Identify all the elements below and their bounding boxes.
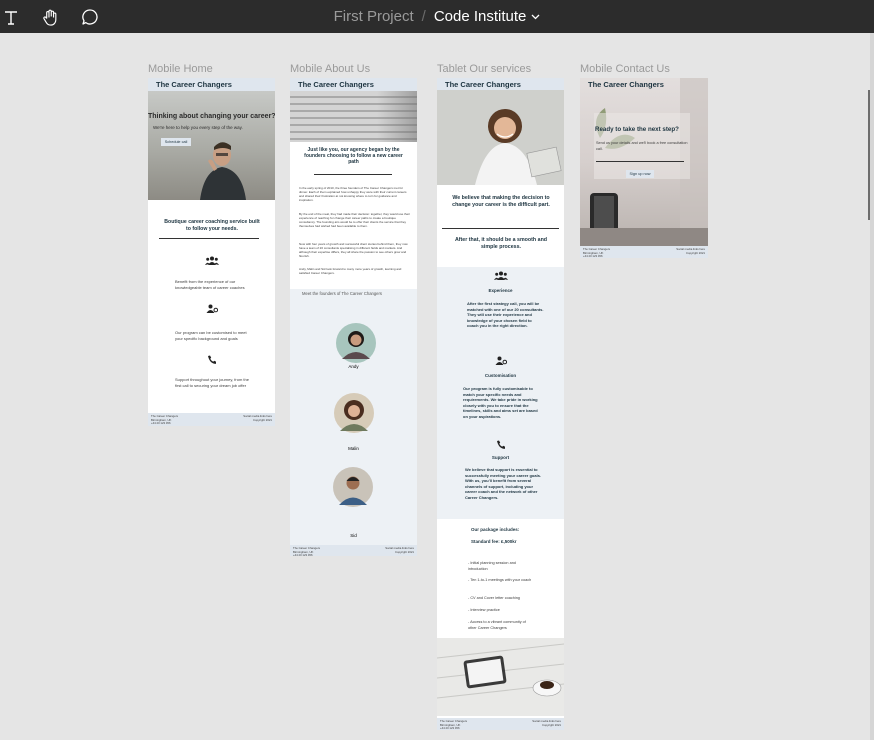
nav-brand: The Career Changers <box>148 78 275 91</box>
contact-title: Ready to take the next step? <box>595 126 679 133</box>
hero-image: Thinking about changing your career? We'… <box>148 91 275 200</box>
project-name[interactable]: First Project <box>334 8 414 25</box>
user-cog-icon <box>148 304 275 313</box>
package-item: - Access to a vibrant community of other… <box>468 620 526 630</box>
footer: The Career Changers Birmingham, UK +44 2… <box>437 718 564 730</box>
user-cog-icon <box>437 356 564 365</box>
package-fee: Standard fee: £,500kr <box>471 539 517 544</box>
top-toolbar: First Project / Code Institute <box>0 0 874 33</box>
workspace-dropdown[interactable]: Code Institute <box>434 8 541 25</box>
services-section: Experience After the first strategy call… <box>437 267 564 519</box>
contact-text: Send us your details and we'll book a fr… <box>596 141 688 151</box>
woman-on-phone-image <box>437 90 564 185</box>
workspace-name: Code Institute <box>433 8 527 25</box>
users-icon <box>437 271 564 280</box>
footer: The Career Changers Birmingham, UK +44 2… <box>148 413 275 426</box>
service-text: After the first strategy call, you will … <box>467 301 544 328</box>
founder-name: Sid <box>350 533 357 538</box>
package-item: - Initial planning session and introduct… <box>468 561 516 571</box>
service-title: Experience <box>488 288 513 293</box>
phone-icon <box>148 355 275 364</box>
frame-label-mobile-contact[interactable]: Mobile Contact Us <box>580 63 670 75</box>
feature-text: Support throughout your journey, from th… <box>175 377 249 388</box>
frame-label-mobile-home[interactable]: Mobile Home <box>148 63 213 75</box>
footer-social: Social media links here Copyright 2021 <box>532 719 561 727</box>
founder-photo-sid <box>333 467 373 507</box>
breadcrumb-separator: / <box>421 8 426 25</box>
founder-name: Andy <box>348 364 359 369</box>
service-text: Our program is fully customisable to mat… <box>463 386 538 419</box>
founder-name: Malin <box>348 446 359 451</box>
founder-photo-andy <box>336 323 376 363</box>
frame-label-mobile-about[interactable]: Mobile About Us <box>290 63 370 75</box>
phone-icon <box>437 440 564 449</box>
frame-mobile-contact[interactable]: The Career Changers Ready to take the ne… <box>580 78 708 258</box>
footer-address: The Career Changers Birmingham, UK +44 2… <box>440 719 468 730</box>
hero-title: Thinking about changing your career? <box>148 113 275 120</box>
frame-mobile-home[interactable]: The Career Changers Thinking about chang… <box>148 78 275 426</box>
services-statement: After that, it should be a smooth and si… <box>454 237 548 250</box>
users-icon <box>148 256 275 265</box>
about-story-section: Just like you, our agency began by the f… <box>290 142 417 289</box>
footer: The Career Changers Birmingham, UK +44 2… <box>580 246 708 258</box>
divider <box>159 238 259 239</box>
service-title: Support <box>491 455 510 460</box>
footer-address: The Career Changers Birmingham, UK +44 2… <box>151 414 179 426</box>
frame-label-tablet-services[interactable]: Tablet Our services <box>437 63 531 75</box>
breadcrumb: First Project / Code Institute <box>0 0 874 33</box>
package-heading: Our package includes: <box>471 527 520 532</box>
feature-text: Benefit from the experience of our knowl… <box>175 279 245 290</box>
founders-heading: Meet the founders of The Career Changers <box>302 291 382 296</box>
design-canvas[interactable]: Mobile Home Mobile About Us Tablet Our s… <box>0 33 874 740</box>
stairs-image <box>290 91 417 142</box>
sign-up-button[interactable]: Sign up now <box>626 170 654 178</box>
package-item: - CV and Cover letter coaching <box>468 596 520 600</box>
divider <box>442 228 559 229</box>
package-item: - Ten 1-to-1 meetings with your coach <box>468 578 532 582</box>
footer-address: The Career Changers Birmingham, UK +44 2… <box>293 546 321 556</box>
service-title: Customisation <box>484 373 517 378</box>
feature-text: Our program can be customised to meet yo… <box>175 330 247 341</box>
chevron-down-icon <box>531 14 540 19</box>
desk-tablet-coffee-image <box>437 638 564 716</box>
package-item: - Interview practice <box>468 608 500 612</box>
footer-social: Social media links here Copyright 2021 <box>243 414 272 422</box>
hero-subtitle: We're here to help you every step of the… <box>153 125 243 130</box>
story-paragraph: Andy, Malin and Sid look forward to many… <box>299 267 402 275</box>
schedule-call-button[interactable]: Schedule call <box>161 138 191 146</box>
story-paragraph: By the end of the meal, they had made th… <box>299 212 410 228</box>
frame-tablet-services[interactable]: The Career Changers We believe that maki… <box>437 78 564 730</box>
nav-brand: The Career Changers <box>588 80 664 89</box>
divider <box>314 174 392 175</box>
service-text: We believe that support is essential to … <box>465 467 542 500</box>
contact-card: Ready to take the next step? Send us you… <box>594 113 690 179</box>
services-statement: We believe that making the decision to c… <box>452 195 550 208</box>
nav-brand: The Career Changers <box>290 78 417 91</box>
intro-heading: Boutique career coaching service built t… <box>164 219 260 232</box>
divider <box>596 161 684 162</box>
about-headline: Just like you, our agency began by the f… <box>304 147 403 165</box>
footer: The Career Changers Birmingham, UK +44 2… <box>290 545 417 556</box>
story-paragraph: Now with four years of growth and succes… <box>299 242 408 258</box>
founder-photo-malin <box>334 393 374 433</box>
footer-social: Social media links here Copyright 2021 <box>385 546 414 554</box>
frame-mobile-about[interactable]: The Career Changers Just like you, our a… <box>290 78 417 556</box>
vertical-scrollbar[interactable] <box>870 33 874 740</box>
story-paragraph: In the early spring of 2010, the three f… <box>299 186 407 202</box>
footer-social: Social media links here Copyright 2021 <box>676 247 705 255</box>
footer-address: The Career Changers Birmingham, UK +44 2… <box>583 247 611 258</box>
